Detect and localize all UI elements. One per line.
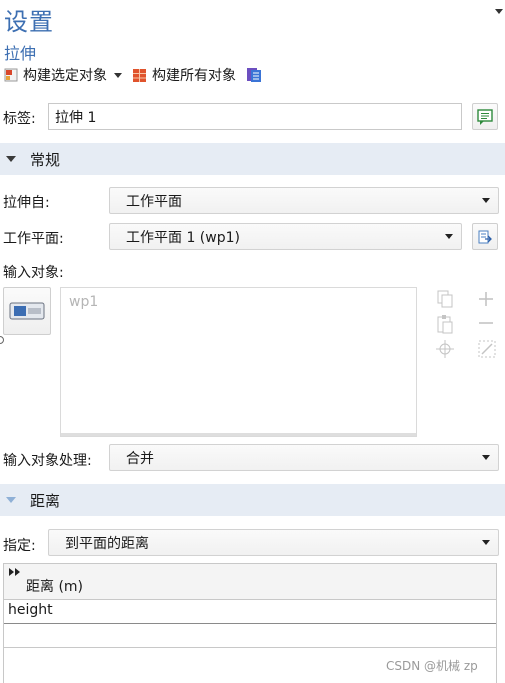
specify-value: 到平面的距离 (65, 535, 149, 552)
extrude-from-value: 工作平面 (126, 193, 182, 210)
table-row[interactable] (4, 624, 496, 648)
build-all-icon (133, 68, 146, 82)
table-cell[interactable]: height (8, 602, 53, 618)
input-handling-label: 输入对象处理: (3, 453, 92, 469)
collapse-triangle-icon (6, 497, 16, 503)
chevron-down-icon[interactable] (114, 72, 122, 78)
label-input[interactable]: 拉伸 1 (48, 103, 462, 130)
geometry-report-icon (247, 68, 261, 82)
go-to-source-button[interactable] (472, 223, 498, 250)
remove-icon[interactable] (476, 313, 496, 333)
zoom-to-selection-icon[interactable] (434, 338, 456, 360)
build-selected-button[interactable]: 构建选定对象 (4, 65, 122, 85)
build-selected-icon (4, 68, 18, 82)
extrude-from-select[interactable]: 工作平面 (109, 187, 499, 214)
section-distance-title: 距离 (30, 491, 61, 510)
chevron-down-icon (482, 455, 490, 460)
input-handling-select[interactable]: 合并 (109, 444, 499, 471)
paste-selection-icon[interactable] (434, 313, 456, 335)
add-icon[interactable] (476, 289, 496, 309)
clear-selection-icon[interactable] (476, 338, 498, 360)
list-item[interactable]: wp1 (61, 288, 416, 316)
panel-title: 设置 (4, 8, 54, 36)
build-all-button[interactable]: 构建所有对象 (132, 65, 236, 85)
section-general-title: 常规 (30, 150, 61, 169)
extrude-from-label: 拉伸自: (3, 195, 50, 211)
go-to-source-icon (478, 230, 492, 243)
build-selected-label: 构建选定对象 (23, 68, 107, 84)
comment-button[interactable] (472, 103, 498, 130)
selection-toggle-icon (9, 302, 45, 320)
specify-label: 指定: (3, 538, 36, 554)
label-input-value: 拉伸 1 (55, 109, 97, 126)
input-handling-value: 合并 (126, 450, 154, 467)
collapse-triangle-icon (6, 156, 16, 162)
table-row[interactable]: height (4, 600, 496, 624)
feature-name: 拉伸 (4, 44, 37, 63)
chevron-down-icon (445, 234, 453, 239)
input-objects-list[interactable]: wp1 (60, 287, 417, 437)
chevron-down-icon (482, 198, 490, 203)
chevron-down-icon (482, 540, 490, 545)
geometry-report-button[interactable] (246, 67, 262, 83)
label-caption: 标签: (3, 111, 36, 127)
activate-selection-button[interactable] (3, 287, 51, 335)
double-triangle-icon[interactable] (9, 568, 21, 576)
watermark: CSDN @机械 zp (386, 659, 478, 673)
resize-handle-icon[interactable] (0, 336, 4, 344)
workplane-value: 工作平面 1 (wp1) (126, 229, 240, 246)
list-scrollbar[interactable] (61, 433, 416, 436)
section-distance-header[interactable]: 距离 (0, 484, 505, 516)
panel-menu-caret-icon[interactable] (495, 9, 503, 14)
toolbar: 构建选定对象 构建所有对象 (4, 64, 272, 86)
copy-selection-icon[interactable] (434, 289, 456, 309)
workplane-select[interactable]: 工作平面 1 (wp1) (109, 223, 462, 250)
workplane-label: 工作平面: (3, 231, 64, 247)
specify-select[interactable]: 到平面的距离 (48, 529, 499, 556)
section-general-header[interactable]: 常规 (0, 143, 505, 175)
build-all-label: 构建所有对象 (152, 68, 236, 84)
table-header-distance: 距离 (m) (26, 579, 84, 595)
input-objects-label: 输入对象: (3, 265, 64, 281)
comment-icon (477, 108, 493, 125)
table-header-row: 距离 (m) (4, 564, 496, 600)
